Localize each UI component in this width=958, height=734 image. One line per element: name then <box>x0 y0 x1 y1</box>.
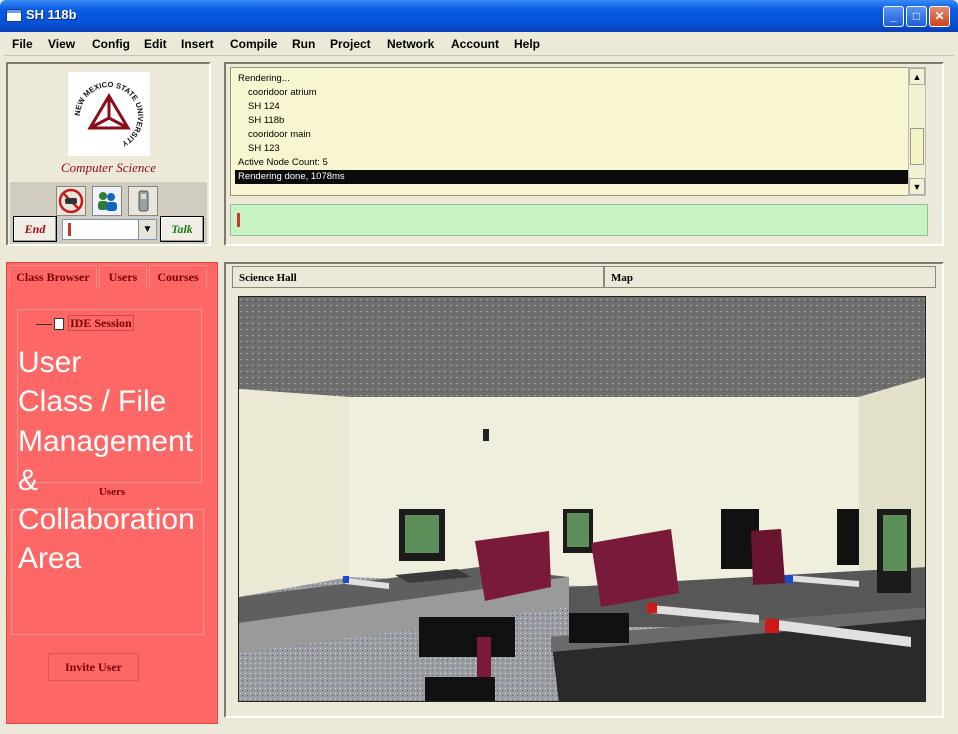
console-line: SH 123 <box>248 143 280 154</box>
console-line: Rendering... <box>238 73 290 84</box>
view-panel: Science Hall Map <box>224 262 944 718</box>
menu-view[interactable]: View <box>48 37 75 51</box>
close-button[interactable]: ✕ <box>929 6 950 27</box>
window-title: SH 118b <box>26 7 77 22</box>
lab-room-scene <box>239 297 925 701</box>
command-input[interactable] <box>230 204 928 236</box>
tab-courses[interactable]: Courses <box>149 265 207 289</box>
title-bar: SH 118b _ □ ✕ <box>0 0 958 32</box>
console-line-selected: Rendering done, 1078ms <box>235 170 915 184</box>
users-icon[interactable] <box>92 186 122 216</box>
department-label: Computer Science <box>61 160 156 175</box>
3d-viewport[interactable] <box>238 296 926 702</box>
scroll-down-icon[interactable]: ▼ <box>909 178 925 195</box>
logo-panel: NEW MEXICO STATE UNIVERSITY Computer Sci… <box>6 62 211 246</box>
console-panel: Rendering... cooridoor atrium SH 124 SH … <box>224 62 944 246</box>
contact-dropdown[interactable]: ▼ <box>62 219 157 240</box>
menu-project[interactable]: Project <box>330 37 371 51</box>
maximize-button[interactable]: □ <box>906 6 927 27</box>
comm-toolbar: End ▼ Talk <box>10 182 207 244</box>
menu-network[interactable]: Network <box>387 37 434 51</box>
menu-bar: File View Config Edit Insert Compile Run… <box>4 32 954 56</box>
console-line: SH 124 <box>248 101 280 112</box>
menu-account[interactable]: Account <box>451 37 499 51</box>
menu-run[interactable]: Run <box>292 37 315 51</box>
console-line: SH 118b <box>248 115 285 126</box>
console-line: Active Node Count: 5 <box>238 157 328 168</box>
text-cursor <box>68 223 71 236</box>
view-tab-bar: Science Hall Map <box>232 266 936 288</box>
tab-class-browser[interactable]: Class Browser <box>9 265 97 289</box>
nmsu-logo: NEW MEXICO STATE UNIVERSITY <box>68 72 150 156</box>
console-line: cooridoor main <box>248 129 311 140</box>
window-icon <box>6 9 22 22</box>
scroll-up-icon[interactable]: ▲ <box>909 68 925 85</box>
collaboration-area: Class Browser Users Courses IDE Session … <box>6 262 218 724</box>
console-line: cooridoor atrium <box>248 87 317 98</box>
tree-node-ide-session[interactable]: IDE Session <box>36 315 134 331</box>
chevron-down-icon[interactable]: ▼ <box>138 220 156 239</box>
menu-compile[interactable]: Compile <box>230 37 277 51</box>
invite-user-button[interactable]: Invite User <box>48 653 139 681</box>
no-phone-icon[interactable] <box>56 186 86 216</box>
console-scrollbar[interactable]: ▲ ▼ <box>908 67 926 196</box>
nmsu-seal-icon: NEW MEXICO STATE UNIVERSITY <box>73 80 145 148</box>
menu-insert[interactable]: Insert <box>181 37 214 51</box>
handset-icon[interactable] <box>128 186 158 216</box>
menu-help[interactable]: Help <box>514 37 540 51</box>
tab-users[interactable]: Users <box>99 265 147 289</box>
menu-config[interactable]: Config <box>92 37 130 51</box>
tab-science-hall[interactable]: Science Hall <box>232 266 604 288</box>
scroll-thumb[interactable] <box>910 128 924 165</box>
annotation-overlay: User Class / File Management & Collabora… <box>18 346 195 576</box>
minimize-button[interactable]: _ <box>883 6 904 27</box>
tab-map[interactable]: Map <box>604 266 936 288</box>
end-button[interactable]: End <box>13 216 57 242</box>
menu-edit[interactable]: Edit <box>144 37 167 51</box>
document-icon <box>54 318 64 331</box>
text-cursor <box>237 213 240 227</box>
talk-button[interactable]: Talk <box>160 216 204 242</box>
menu-file[interactable]: File <box>12 37 33 51</box>
console-output[interactable]: Rendering... cooridoor atrium SH 124 SH … <box>230 67 924 196</box>
